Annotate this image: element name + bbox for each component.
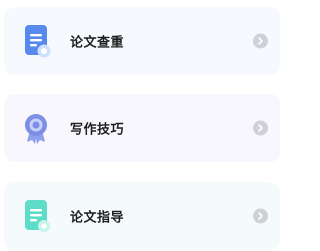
document-check-icon [16,21,56,61]
menu-item-label: 论文指导 [70,210,125,226]
feature-menu: 论文查重 写作技巧 论文指导 [0,0,299,251]
menu-item-writing-tips[interactable]: 写作技巧 [4,94,280,162]
chevron-right-icon[interactable] [253,208,268,224]
award-badge-icon [16,108,56,148]
chevron-right-icon[interactable] [253,120,268,136]
chevron-right-icon[interactable] [253,33,268,49]
menu-item-paper-check[interactable]: 论文查重 [4,7,280,75]
document-guide-icon [16,196,56,236]
menu-item-paper-guidance[interactable]: 论文指导 [4,182,280,250]
menu-item-label: 写作技巧 [70,122,125,138]
menu-item-label: 论文查重 [70,35,125,51]
